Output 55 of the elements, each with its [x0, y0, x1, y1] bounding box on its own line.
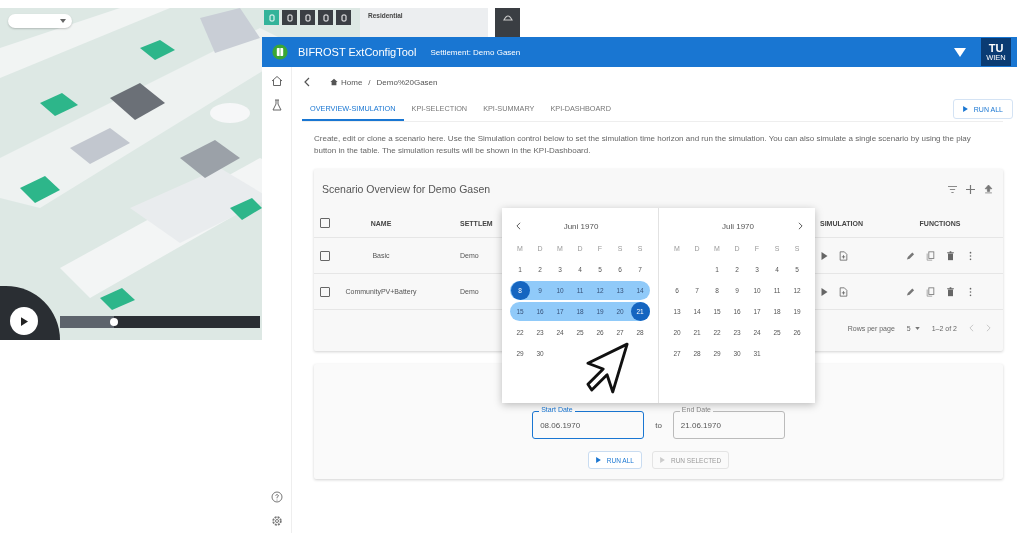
- settings-icon[interactable]: [270, 515, 283, 527]
- signal-icon: [954, 47, 966, 57]
- card-title: Scenario Overview for Demo Gasen: [322, 183, 491, 195]
- tool-button[interactable]: [336, 10, 351, 25]
- description-text: Create, edit or clone a scenario here. Use the Simulation control below to set the simulation time horizon and run the simulation. You can also simulate a single scenario by using the play button in the table. The simulation results will be shown in the KPI-Dashboard.: [314, 133, 972, 157]
- tool-button[interactable]: [282, 10, 297, 25]
- trash-icon[interactable]: [945, 286, 955, 297]
- checkbox[interactable]: [320, 250, 330, 261]
- breadcrumb-link[interactable]: Home: [330, 77, 363, 87]
- back-button[interactable]: [302, 77, 312, 87]
- dome-icon: [502, 14, 513, 21]
- play-icon: [962, 106, 968, 112]
- chevron-left-icon[interactable]: [516, 222, 521, 230]
- file-plus-icon[interactable]: [839, 250, 848, 261]
- range-separator: to: [655, 420, 662, 430]
- tool-button[interactable]: [300, 10, 315, 25]
- timeline-thumb[interactable]: [110, 318, 118, 326]
- copy-icon[interactable]: [925, 286, 935, 297]
- chevron-right-icon[interactable]: [798, 222, 803, 230]
- play-icon: [595, 457, 601, 463]
- tool-button[interactable]: [318, 10, 333, 25]
- month-title: Juni 1970: [563, 221, 599, 231]
- cursor-icon: [586, 342, 630, 396]
- cube-logo-icon: [272, 44, 288, 60]
- filter-icon[interactable]: [948, 184, 957, 194]
- breadcrumb-separator: /: [368, 77, 371, 87]
- month-title: Juli 1970: [722, 221, 754, 231]
- logo-text: TU: [988, 42, 1004, 54]
- dome-button[interactable]: [495, 8, 520, 37]
- field-value: 08.06.1970: [540, 420, 581, 430]
- pencil-icon[interactable]: [905, 250, 915, 261]
- play-icon[interactable]: [820, 286, 829, 297]
- trash-icon[interactable]: [945, 250, 955, 261]
- pencil-icon[interactable]: [905, 286, 915, 297]
- play-icon: [20, 316, 28, 326]
- timeline-slider[interactable]: [60, 316, 260, 328]
- file-plus-icon[interactable]: [839, 286, 848, 297]
- breadcrumb-current: Demo%20Gasen: [376, 77, 438, 87]
- app-title: BIFROST ExtConfigTool: [298, 46, 417, 58]
- flask-icon[interactable]: [270, 99, 283, 111]
- upload-icon[interactable]: [984, 184, 993, 194]
- field-value: 21.06.1970: [680, 420, 721, 430]
- chevron-left-icon: [304, 77, 310, 87]
- home-icon[interactable]: [270, 75, 283, 87]
- caret-icon: [60, 19, 66, 23]
- caret-icon: [914, 326, 920, 330]
- help-icon[interactable]: [270, 491, 283, 503]
- copy-icon[interactable]: [925, 250, 935, 261]
- checkbox[interactable]: [320, 286, 330, 297]
- play-icon[interactable]: [820, 250, 829, 261]
- settlement-label: Settlement: Demo Gasen: [430, 47, 522, 57]
- add-icon[interactable]: [966, 184, 975, 194]
- home-icon: [330, 78, 338, 86]
- play-icon: [659, 457, 665, 463]
- checkbox[interactable]: [320, 218, 330, 228]
